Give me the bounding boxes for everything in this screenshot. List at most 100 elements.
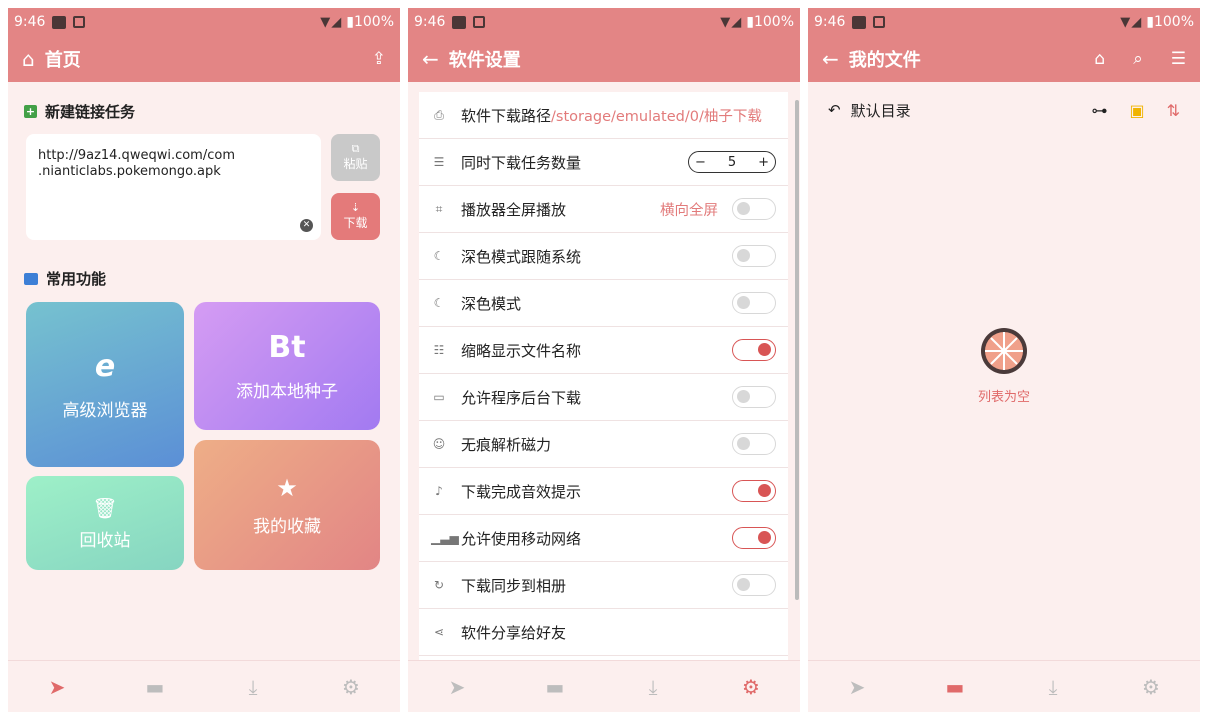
battery-icon: ▮	[746, 14, 754, 30]
setting-share-app[interactable]: ⋖ 软件分享给好友	[419, 609, 788, 656]
clean-icon[interactable]: ⌂	[1094, 49, 1105, 69]
bt-icon: Bt	[268, 330, 306, 365]
signal-icon: ▼◢	[320, 14, 343, 30]
page-title: 软件设置	[448, 50, 521, 71]
folder-tab-icon[interactable]: ▬	[135, 667, 175, 707]
status-bar: 9:46 ▼◢ ▮ 100%	[8, 8, 400, 36]
send-tab-icon[interactable]: ➤	[837, 667, 877, 707]
incognito-magnet-toggle[interactable]	[732, 433, 776, 455]
battery-icon: ▮	[346, 14, 354, 30]
recycle-tile[interactable]: 🗑 回收站	[26, 476, 184, 570]
scrollbar[interactable]	[795, 100, 799, 600]
task-count-stepper: − 5 +	[688, 151, 776, 173]
sort-icon[interactable]: ⇅	[1167, 101, 1180, 120]
back-arrow-icon[interactable]: ←	[422, 47, 439, 71]
download-path-icon: ⎙	[434, 107, 444, 122]
page-title: 我的文件	[848, 50, 921, 71]
link-input[interactable]: http://9az14.qweqwi.com/com .nianticlabs…	[26, 134, 321, 240]
share-icon[interactable]: ⇪	[372, 49, 386, 69]
fullscreen-toggle[interactable]	[732, 198, 776, 220]
bottom-nav: ➤ ▬ ⤓ ⚙	[8, 660, 400, 712]
directory-label: 默认目录	[850, 101, 911, 120]
settings-tab-icon[interactable]: ⚙	[1131, 667, 1171, 707]
task-count-value: 5	[727, 154, 737, 170]
setting-download-path[interactable]: ⎙ 软件下载路径 /storage/emulated/0/柚子下载	[419, 92, 788, 139]
setting-dark-mode[interactable]: ☾ 深色模式	[419, 280, 788, 327]
complete-sound-toggle[interactable]	[732, 480, 776, 502]
common-label: 常用功能	[46, 270, 107, 288]
add-seed-tile[interactable]: Bt 添加本地种子	[194, 302, 380, 430]
abbreviate-names-toggle[interactable]	[732, 339, 776, 361]
link-text-line2: .nianticlabs.pokemongo.apk	[38, 164, 221, 179]
ghost-icon: ☺	[432, 437, 446, 451]
status-time: 9:46	[14, 14, 46, 30]
grapefruit-icon	[981, 328, 1027, 374]
app-bar: ⌂ 首页 ⇪	[8, 36, 400, 82]
list-bullet-icon: ☷	[433, 343, 445, 357]
moon-icon: ☾	[433, 296, 445, 310]
home-screen: 9:46 ▼◢ ▮ 100% ⌂ 首页 ⇪ + 新建链接任务 http://9a…	[8, 8, 400, 712]
sync-icon: ↻	[433, 578, 445, 592]
empty-label: 列表为空	[977, 390, 1030, 405]
signal-bars-icon: ▁▃▅	[431, 531, 459, 545]
app-bar: ← 软件设置	[408, 36, 800, 82]
sync-album-toggle[interactable]	[732, 574, 776, 596]
checklist-icon[interactable]: ☰	[1171, 49, 1186, 69]
setting-incognito-magnet[interactable]: ☺ 无痕解析磁力	[419, 421, 788, 468]
notification-icon	[873, 16, 886, 28]
copy-icon: ⧉	[351, 142, 360, 155]
send-tab-icon[interactable]: ➤	[37, 667, 77, 707]
notification-icon	[52, 15, 67, 29]
settings-screen: 9:46 ▼◢ ▮ 100% ← 软件设置 ⎙ 软件下载路径 /storage/…	[408, 8, 800, 712]
mobile-network-toggle[interactable]	[732, 527, 776, 549]
setting-mobile-network[interactable]: ▁▃▅ 允许使用移动网络	[419, 515, 788, 562]
dark-mode-toggle[interactable]	[732, 292, 776, 314]
settings-tab-icon[interactable]: ⚙	[731, 667, 771, 707]
empty-state: 列表为空	[808, 326, 1200, 405]
decrement-button[interactable]: −	[695, 155, 706, 170]
moon-icon: ☾	[433, 249, 445, 263]
back-dir-icon[interactable]: ↶	[828, 101, 841, 119]
back-arrow-icon[interactable]: ←	[822, 47, 839, 71]
send-tab-icon[interactable]: ➤	[437, 667, 477, 707]
download-tab-icon[interactable]: ⤓	[1033, 667, 1073, 707]
settings-tab-icon[interactable]: ⚙	[331, 667, 371, 707]
signal-icon: ▼◢	[720, 14, 743, 30]
link-text-line1: http://9az14.qweqwi.com/com	[38, 148, 235, 163]
files-screen: 9:46 ▼◢ ▮ 100% ← 我的文件 ⌂ ⌕ ☰ ↶ 默认目录 ⊶ ▣ ⇅	[808, 8, 1200, 712]
setting-dark-follow-system[interactable]: ☾ 深色模式跟随系统	[419, 233, 788, 280]
search-icon[interactable]: ⌕	[1133, 49, 1143, 69]
signal-icon: ▼◢	[1120, 14, 1143, 30]
increment-button[interactable]: +	[758, 155, 769, 170]
browser-tile[interactable]: e 高级浏览器	[26, 302, 184, 467]
favorites-tile[interactable]: ★ 我的收藏	[194, 440, 380, 570]
setting-fullscreen-player[interactable]: ⌗ 播放器全屏播放 横向全屏	[419, 186, 788, 233]
dark-follow-toggle[interactable]	[732, 245, 776, 267]
page-title: 首页	[44, 50, 81, 71]
folder-tab-icon[interactable]: ▬	[535, 667, 575, 707]
star-icon: ★	[276, 473, 298, 502]
fullscreen-icon: ⌗	[435, 201, 443, 216]
setting-background-download[interactable]: ▭ 允许程序后台下载	[419, 374, 788, 421]
paste-button[interactable]: ⧉ 粘贴	[331, 134, 380, 181]
download-button[interactable]: ⇣ 下载	[331, 193, 380, 240]
new-folder-icon[interactable]: ▣	[1129, 101, 1144, 120]
share-icon: ⋖	[433, 625, 445, 639]
battery-level: 100%	[1153, 14, 1194, 30]
battery-level: 100%	[753, 14, 794, 30]
bottom-nav: ➤ ▬ ⤓ ⚙	[408, 660, 800, 712]
background-download-toggle[interactable]	[732, 386, 776, 408]
link-add-icon[interactable]: ⊶	[1091, 101, 1107, 120]
clear-icon[interactable]: ✕	[300, 219, 313, 232]
download-tab-icon[interactable]: ⤓	[633, 667, 673, 707]
home-icon: ⌂	[22, 47, 35, 71]
setting-sync-album[interactable]: ↻ 下载同步到相册	[419, 562, 788, 609]
download-icon: ⇣	[350, 201, 361, 214]
setting-complete-sound[interactable]: ♪ 下载完成音效提示	[419, 468, 788, 515]
folder-tab-icon[interactable]: ▬	[935, 667, 975, 707]
fullscreen-mode-value: 横向全屏	[660, 202, 718, 219]
app-bar: ← 我的文件 ⌂ ⌕ ☰	[808, 36, 1200, 82]
setting-abbreviate-names[interactable]: ☷ 缩略显示文件名称	[419, 327, 788, 374]
battery-level: 100%	[353, 14, 394, 30]
download-tab-icon[interactable]: ⤓	[233, 667, 273, 707]
